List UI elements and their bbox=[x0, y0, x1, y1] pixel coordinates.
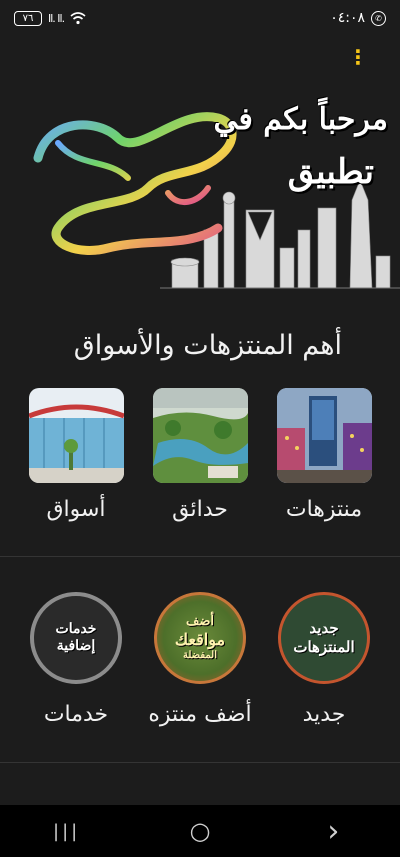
wifi-icon bbox=[70, 12, 86, 25]
clock: ٠٤:٠٨ bbox=[330, 10, 365, 26]
back-icon: › bbox=[327, 813, 340, 849]
status-right: ٠٤:٠٨ ✆ bbox=[330, 10, 386, 26]
battery-icon: ٧٦ bbox=[14, 10, 42, 26]
icon-text-line: إضافية bbox=[56, 638, 96, 654]
icon-text-line: مواقعك bbox=[174, 629, 226, 649]
icon-text-line: أضف bbox=[185, 613, 215, 629]
category-label: حدائق bbox=[172, 497, 228, 522]
icon-text-line: خدمات bbox=[55, 620, 97, 637]
icon-text-line: المنتزهات bbox=[293, 638, 355, 656]
section-title: أهم المنتزهات والأسواق bbox=[73, 330, 342, 361]
action-add-park[interactable]: أضف مواقعك المفضلة أضف منتزه bbox=[145, 592, 255, 727]
category-gardens[interactable]: حدائق bbox=[145, 388, 255, 522]
back-button[interactable]: › bbox=[303, 811, 363, 851]
action-new[interactable]: جديد المنتزهات جديد bbox=[269, 592, 379, 727]
category-label: منتزهات bbox=[285, 497, 363, 522]
parks-image[interactable] bbox=[276, 388, 372, 483]
overflow-menu-button[interactable]: ⋮ bbox=[344, 44, 372, 70]
category-grid: أسواق حدائق منتزهات bbox=[0, 388, 400, 522]
app-word-text: تطبيق bbox=[287, 152, 374, 192]
category-markets[interactable]: أسواق bbox=[21, 388, 131, 522]
category-parks[interactable]: منتزهات bbox=[269, 388, 379, 522]
app-screen: ٧٦ Il. Il. ٠٤:٠٨ ✆ ⋮ مرحباً بكم في تطبيق… bbox=[0, 0, 400, 857]
action-services[interactable]: خدمات إضافية خدمات bbox=[21, 592, 131, 727]
icon-text-line: المفضلة bbox=[182, 649, 217, 661]
whatsapp-icon: ✆ bbox=[371, 10, 386, 26]
category-label: أسواق bbox=[46, 497, 106, 522]
gardens-image[interactable] bbox=[152, 388, 248, 483]
more-vert-icon: ⋮ bbox=[348, 45, 368, 69]
welcome-banner: مرحباً بكم في تطبيق bbox=[0, 80, 400, 295]
action-label: أضف منتزه bbox=[148, 702, 252, 727]
status-bar: ٧٦ Il. Il. ٠٤:٠٨ ✆ bbox=[0, 0, 400, 36]
divider bbox=[0, 762, 400, 763]
divider bbox=[0, 556, 400, 557]
markets-image[interactable] bbox=[28, 388, 124, 483]
action-grid: خدمات إضافية خدمات أضف مواقعك المفضلة أض… bbox=[0, 592, 400, 727]
home-button[interactable]: ○ bbox=[170, 811, 230, 851]
system-nav-bar: ||| ○ › bbox=[0, 805, 400, 857]
add-favorites-icon[interactable]: أضف مواقعك المفضلة bbox=[154, 592, 246, 684]
signal-icon: Il. Il. bbox=[48, 11, 65, 25]
status-left: ٧٦ Il. Il. bbox=[14, 10, 86, 26]
home-icon: ○ bbox=[189, 817, 211, 845]
recents-button[interactable]: ||| bbox=[37, 811, 97, 851]
services-icon[interactable]: خدمات إضافية bbox=[30, 592, 122, 684]
action-label: خدمات bbox=[43, 702, 109, 727]
icon-text-line: جديد bbox=[309, 619, 339, 638]
new-parks-icon[interactable]: جديد المنتزهات bbox=[278, 592, 370, 684]
welcome-text: مرحباً بكم في bbox=[213, 102, 388, 137]
recents-icon: ||| bbox=[53, 820, 81, 842]
action-label: جديد bbox=[302, 702, 346, 727]
